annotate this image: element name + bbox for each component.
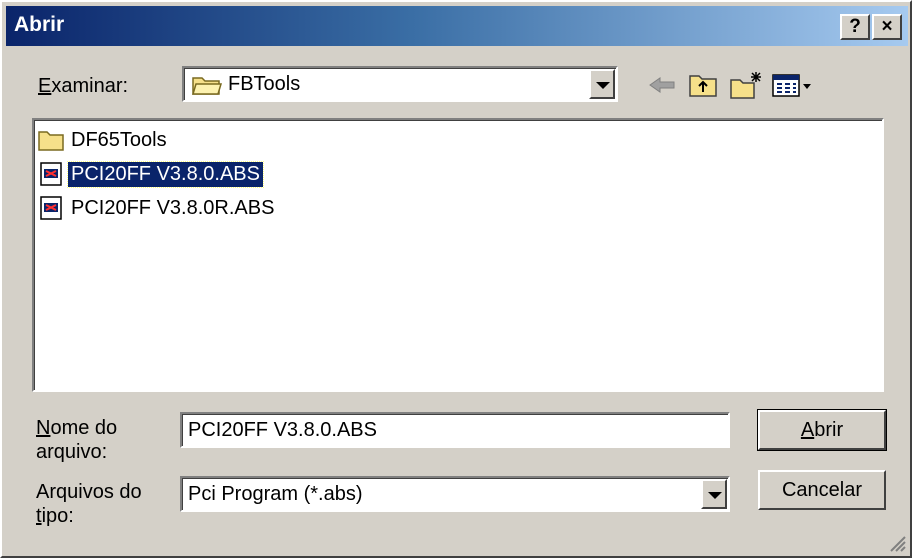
back-arrow-icon[interactable]	[644, 70, 680, 100]
title-bar[interactable]: Abrir ? ×	[6, 6, 908, 46]
filename-input[interactable]: PCI20FF V3.8.0.ABS	[180, 412, 730, 448]
close-button[interactable]: ×	[872, 14, 902, 40]
new-folder-icon[interactable]	[728, 70, 764, 100]
filetype-value: Pci Program (*.abs)	[188, 483, 363, 505]
list-item-folder[interactable]: DF65Tools	[38, 126, 170, 154]
file-list[interactable]: DF65Tools PCI20FF V3.8.0.ABS PCI20FF V3.…	[32, 118, 884, 392]
up-folder-icon[interactable]	[686, 70, 722, 100]
filetype-label: Arquivos do tipo:	[36, 481, 142, 527]
dialog-title: Abrir	[14, 13, 65, 36]
list-item-file[interactable]: PCI20FF V3.8.0.ABS	[38, 160, 264, 188]
open-dialog: Abrir ? × Examinar: FBTools DF65Tools PC…	[0, 0, 912, 558]
filetype-dropdown-button[interactable]	[701, 479, 727, 509]
filename-value: PCI20FF V3.8.0.ABS	[188, 419, 377, 441]
cancel-button[interactable]: Cancelar	[758, 470, 886, 510]
open-button[interactable]: Abrir	[757, 409, 887, 451]
help-button[interactable]: ?	[840, 14, 870, 40]
program-file-icon	[40, 162, 62, 186]
file-name: PCI20FF V3.8.0R.ABS	[71, 196, 275, 219]
look-in-label: Examinar:	[38, 75, 129, 97]
file-name: DF65Tools	[71, 128, 167, 151]
program-file-icon	[40, 196, 62, 220]
resize-grip-icon[interactable]	[886, 532, 906, 552]
file-name: PCI20FF V3.8.0.ABS	[67, 160, 264, 188]
view-menu-icon[interactable]	[770, 70, 814, 100]
look-in-dropdown-button[interactable]	[589, 69, 615, 99]
filetype-combobox[interactable]: Pci Program (*.abs)	[180, 476, 730, 512]
filename-label: Nome do arquivo:	[36, 417, 118, 463]
folder-icon	[192, 77, 222, 95]
look-in-combobox[interactable]: FBTools	[182, 66, 618, 102]
list-item-file[interactable]: PCI20FF V3.8.0R.ABS	[38, 194, 277, 222]
look-in-value: FBTools	[228, 73, 301, 95]
folder-icon	[38, 131, 64, 151]
